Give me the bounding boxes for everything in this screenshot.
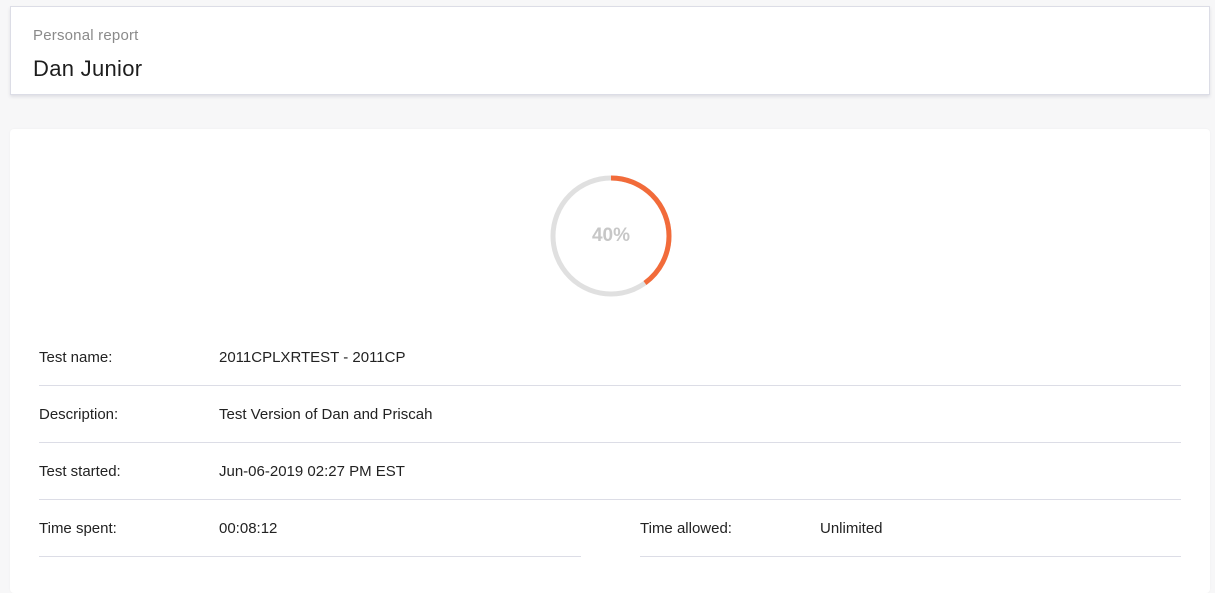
- report-details-card: 40% Test name: 2011CPLXRTEST - 2011CP De…: [10, 129, 1210, 593]
- test-name-label: Test name:: [39, 349, 113, 366]
- test-started-label: Test started:: [39, 463, 121, 480]
- test-started-value: Jun-06-2019 02:27 PM EST: [219, 463, 405, 480]
- description-label: Description:: [39, 406, 119, 423]
- report-header-card: Personal report Dan Junior: [10, 6, 1210, 95]
- score-progress-ring: 40%: [548, 173, 674, 299]
- detail-row-time-allowed: Time allowed: Unlimited: [640, 500, 1181, 557]
- time-spent-value: 00:08:12: [219, 520, 278, 537]
- time-spent-label: Time spent:: [39, 520, 117, 537]
- detail-row-time-spent: Time spent: 00:08:12: [39, 500, 581, 557]
- progress-percent-label: 40%: [591, 225, 631, 246]
- report-subtitle: Personal report: [33, 27, 139, 44]
- detail-row-description: Description: Test Version of Dan and Pri…: [39, 386, 1181, 443]
- time-allowed-label: Time allowed:: [640, 520, 732, 537]
- description-value: Test Version of Dan and Priscah: [219, 406, 433, 423]
- detail-row-test-started: Test started: Jun-06-2019 02:27 PM EST: [39, 443, 1181, 500]
- page-title: Dan Junior: [33, 56, 143, 81]
- detail-row-test-name: Test name: 2011CPLXRTEST - 2011CP: [39, 329, 1181, 386]
- test-name-value: 2011CPLXRTEST - 2011CP: [219, 349, 406, 366]
- time-allowed-value: Unlimited: [820, 520, 883, 537]
